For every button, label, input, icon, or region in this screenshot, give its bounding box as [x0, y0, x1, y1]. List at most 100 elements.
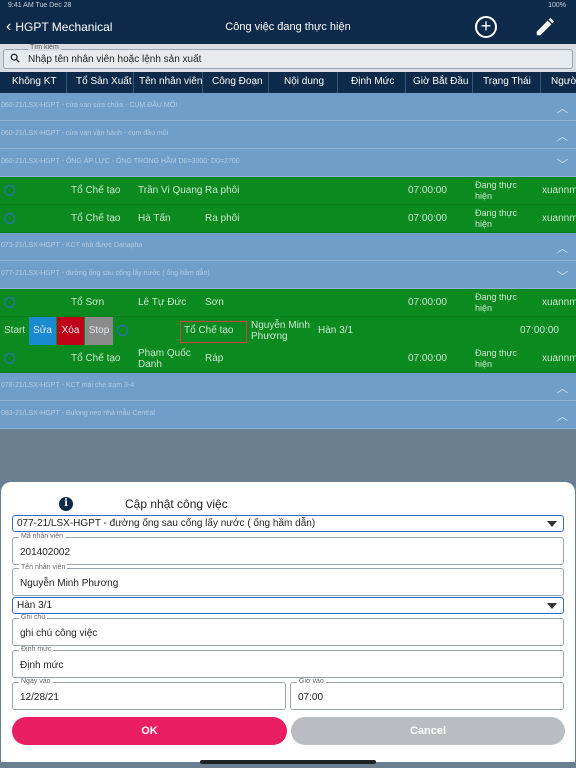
row-radio[interactable] — [4, 297, 15, 308]
start-button[interactable]: Start — [4, 325, 25, 336]
production-order-value: 077-21/LSX-HGPT - đường ống sau cống lấy… — [17, 518, 316, 529]
group-title: 083-21/LSX-HGPT - Bulong neo nhà mẫu Cen… — [1, 410, 155, 417]
ok-button[interactable]: OK — [12, 717, 287, 745]
chevron-down-icon[interactable]: ﹀ — [557, 156, 568, 172]
dropdown-arrow-icon — [547, 521, 557, 527]
field-label: Mã nhân viên — [19, 533, 66, 540]
cell-stage: Hàn 3/1 — [318, 325, 354, 336]
group-header[interactable]: 060-21/LSX-HGPT - cửa van sửa chữa - CỤM… — [0, 93, 576, 121]
field-value: Định mức — [20, 660, 64, 671]
search-placeholder: Nhập tên nhân viên hoặc lệnh sản xuất — [28, 54, 202, 65]
cell-employee: Phạm Quốc Danh — [138, 348, 191, 370]
row-radio[interactable] — [4, 185, 15, 196]
column-header[interactable]: Tổ Sản Xuất — [76, 76, 132, 87]
add-icon[interactable]: + — [475, 16, 497, 38]
search-bar: Tìm kiếm Nhập tên nhân viên hoặc lệnh sả… — [0, 44, 576, 72]
work-table: 060-21/LSX-HGPT - cửa van sửa chữa - CỤM… — [0, 93, 576, 429]
chevron-up-icon[interactable]: ︿ — [557, 128, 568, 144]
cell-stage: Sơn — [205, 297, 224, 308]
row-radio[interactable] — [117, 325, 128, 336]
column-header[interactable]: Công Đoạn — [212, 76, 263, 87]
production-order-select[interactable]: 077-21/LSX-HGPT - đường ống sau cống lấy… — [12, 515, 564, 532]
cell-person: xuannm — [542, 213, 576, 224]
cell-stage: Ra phôi — [205, 185, 240, 196]
pencil-icon[interactable] — [534, 16, 556, 38]
stop-button[interactable]: Stop — [85, 317, 113, 345]
group-header[interactable]: 078-21/LSX-HGPT - KCT mái che trạm 3-4 ︿ — [0, 373, 576, 401]
note-field[interactable]: Ghi chú ghi chú công việc — [12, 614, 564, 646]
column-header[interactable]: Không KT — [12, 76, 56, 87]
edit-button[interactable]: Sửa — [29, 317, 56, 345]
delete-button[interactable]: Xóa — [57, 317, 84, 345]
group-header[interactable]: 073-21/LSX-HGPT - KCT nhà được Danapha ︿ — [0, 233, 576, 261]
cell-status: Đang thực hiện — [475, 348, 518, 369]
table-row[interactable]: Tổ Chế tạo Hà Tấn Ra phôi 07:00:00 Đang … — [0, 205, 576, 233]
chevron-up-icon[interactable]: ︿ — [557, 380, 568, 396]
employee-name-field[interactable]: Tên nhân viên Nguyễn Minh Phương — [12, 564, 564, 596]
cancel-button[interactable]: Cancel — [291, 717, 565, 745]
cell-employee: Nguyễn Minh Phương — [251, 320, 310, 342]
home-indicator[interactable] — [200, 760, 376, 764]
info-icon[interactable]: i — [59, 497, 73, 511]
group-title: 060-21/LSX-HGPT - cửa van vận hành - cụm… — [1, 130, 169, 137]
column-header[interactable]: Định Mức — [351, 76, 394, 87]
selected-row-actions[interactable]: Start Sửa Xóa Stop Tổ Chế tạo Nguyễn Min… — [0, 317, 576, 345]
group-title: 077-21/LSX-HGPT - đường ống sau cống lấy… — [1, 270, 210, 277]
cell-start-time: 07:00:00 — [408, 213, 447, 224]
cell-team: Tổ Chế tạo — [71, 185, 121, 196]
column-header[interactable]: Trạng Thái — [483, 76, 531, 87]
group-header[interactable]: 083-21/LSX-HGPT - Bulong neo nhà mẫu Cen… — [0, 401, 576, 429]
group-title: 073-21/LSX-HGPT - KCT nhà được Danapha — [1, 242, 143, 249]
cell-person: xuannm — [542, 185, 576, 196]
column-header[interactable]: Giờ Bắt Đầu — [413, 76, 468, 87]
group-title: 060-21/LSX-HGPT - cửa van sửa chữa - CỤM… — [1, 102, 178, 109]
group-header[interactable]: 060-21/LSX-HGPT - ỐNG ÁP LỰC - ỐNG TRONG… — [0, 149, 576, 177]
quota-field[interactable]: Định mức Định mức — [12, 646, 564, 678]
field-value: ghi chú công việc — [20, 628, 98, 639]
chevron-up-icon[interactable]: ︿ — [557, 408, 568, 424]
field-label: Định mức — [19, 646, 54, 653]
search-legend: Tìm kiếm — [28, 44, 61, 51]
column-header[interactable]: Nội dung — [284, 76, 324, 87]
table-row[interactable]: Tổ Chế tạo Trần Vi Quang Ra phôi 07:00:0… — [0, 177, 576, 205]
date-in-field[interactable]: Ngày vào 12/28/21 — [12, 678, 286, 710]
chevron-up-icon[interactable]: ︿ — [557, 100, 568, 116]
search-icon — [10, 53, 20, 63]
row-radio[interactable] — [4, 213, 15, 224]
cell-employee: Lê Tự Đức — [138, 297, 187, 308]
field-value: Nguyễn Minh Phương — [20, 578, 119, 589]
stage-select[interactable]: Hàn 3/1 — [12, 597, 564, 614]
field-label: Ghi chú — [19, 614, 48, 621]
status-bar: 9:41 AM Tue Dec 28 100% — [0, 0, 576, 12]
row-radio[interactable] — [4, 353, 15, 364]
group-title: 078-21/LSX-HGPT - KCT mái che trạm 3-4 — [1, 382, 135, 389]
time-in-field[interactable]: Giờ vào 07:00 — [290, 678, 564, 710]
cell-employee: Hà Tấn — [138, 213, 171, 224]
group-title: 060-21/LSX-HGPT - ỐNG ÁP LỰC - ỐNG TRONG… — [1, 158, 240, 165]
search-input[interactable]: Tìm kiếm Nhập tên nhân viên hoặc lệnh sả… — [3, 44, 573, 69]
column-header[interactable]: Người — [551, 76, 576, 87]
employee-id-field[interactable]: Mã nhân viên 201402002 — [12, 533, 564, 565]
cell-status: Đang thực hiện — [475, 180, 518, 201]
status-time: 9:41 AM Tue Dec 28 — [8, 2, 72, 9]
field-label: Tên nhân viên — [19, 564, 68, 571]
chevron-up-icon[interactable]: ︿ — [557, 240, 568, 256]
column-header[interactable]: Tên nhân viên — [139, 76, 202, 87]
cell-stage: Ra phôi — [205, 213, 240, 224]
cell-stage: Ráp — [205, 353, 224, 364]
table-row[interactable]: Tổ Chế tạo Phạm Quốc Danh Ráp 07:00:00 Đ… — [0, 345, 576, 373]
group-header[interactable]: 077-21/LSX-HGPT - đường ống sau cống lấy… — [0, 261, 576, 289]
cell-person: xuannm — [542, 297, 576, 308]
battery-indicator: 100% — [548, 2, 566, 9]
cell-team: Tổ Chế tạo — [184, 325, 234, 336]
cell-status: Đang thực hiện — [475, 292, 518, 313]
update-work-dialog: i Cập nhật công việc 077-21/LSX-HGPT - đ… — [1, 482, 575, 762]
group-header[interactable]: 060-21/LSX-HGPT - cửa van vận hành - cụm… — [0, 121, 576, 149]
chevron-down-icon[interactable]: ﹀ — [557, 268, 568, 284]
table-header: Không KT Tổ Sản Xuất Tên nhân viên Công … — [0, 72, 576, 93]
cell-start-time: 07:00:00 — [408, 353, 447, 364]
table-row[interactable]: Tổ Sơn Lê Tự Đức Sơn 07:00:00 Đang thực … — [0, 289, 576, 317]
cell-employee: Trần Vi Quang — [138, 185, 203, 196]
cell-start-time: 07:00:00 — [408, 185, 447, 196]
cell-team: Tổ Chế tạo — [71, 213, 121, 224]
